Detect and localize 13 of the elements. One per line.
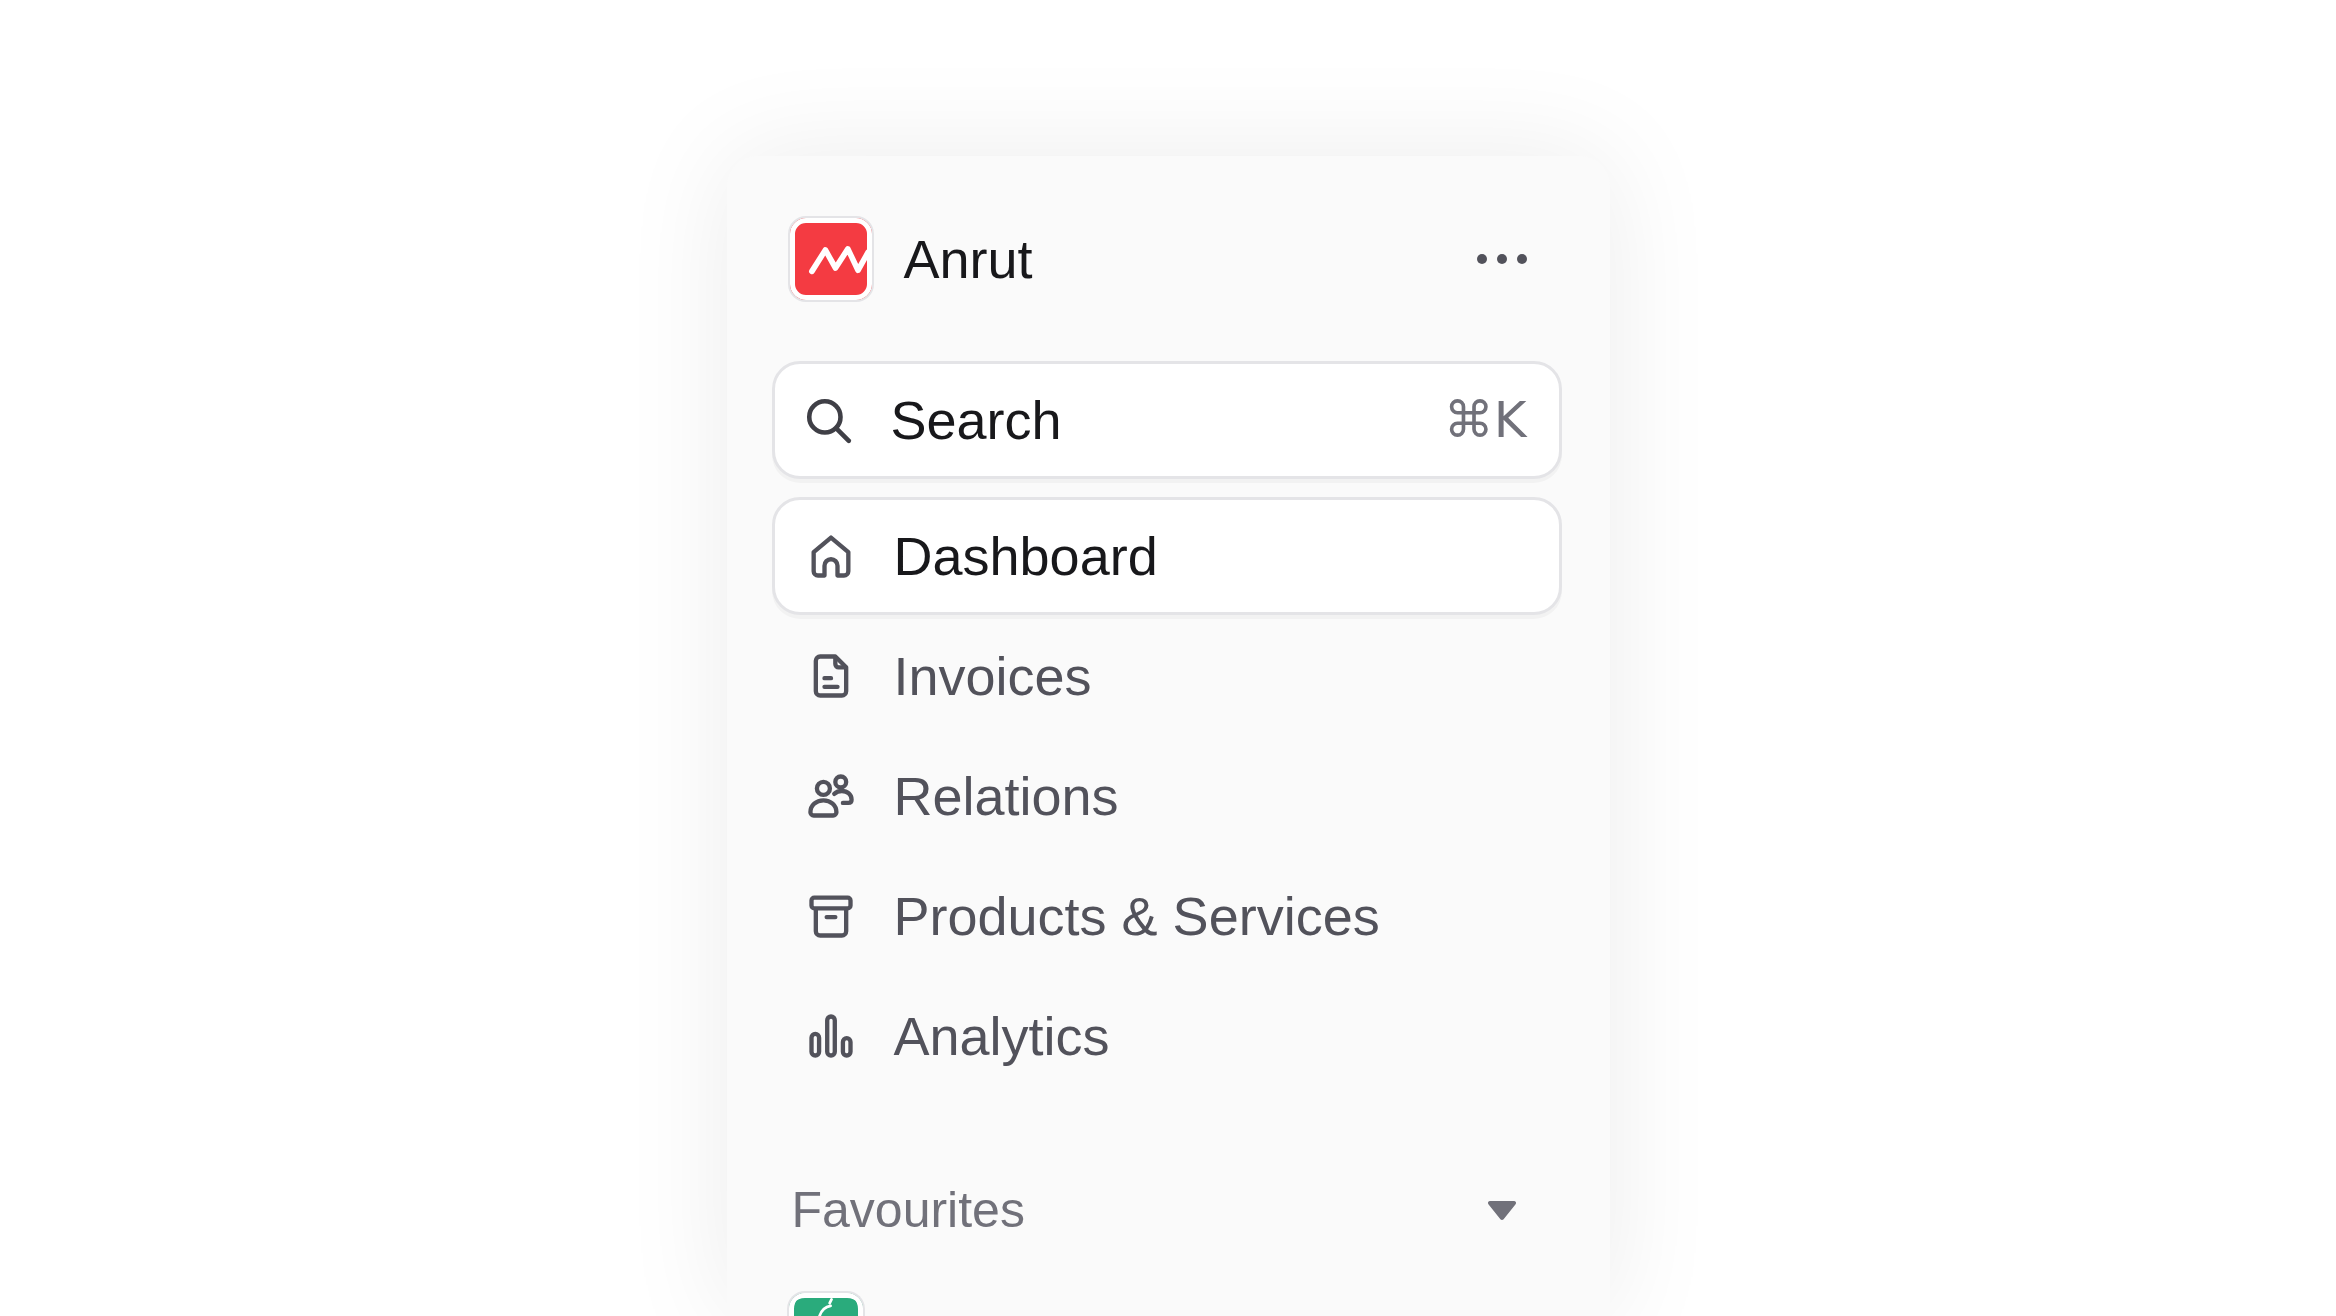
- nav-item[interactable]: Invoices: [771, 617, 1562, 735]
- brand-name: Anrut: [903, 232, 1033, 286]
- caret-icon[interactable]: [1486, 1200, 1517, 1220]
- nav-item[interactable]: Relations: [771, 737, 1562, 855]
- nav-item[interactable]: Analytics: [771, 977, 1562, 1095]
- logo-icon: [787, 216, 874, 302]
- nav-item[interactable]: Dashboard: [771, 497, 1562, 615]
- section-heading: Favourites: [791, 1185, 1025, 1235]
- shortcut-label: ⌘K: [1443, 395, 1527, 445]
- search-bar[interactable]: Search ⌘K: [771, 361, 1562, 479]
- search-input[interactable]: Search: [890, 389, 1062, 451]
- more-icon[interactable]: [1476, 254, 1527, 264]
- nav-item[interactable]: Products & Services: [771, 857, 1562, 975]
